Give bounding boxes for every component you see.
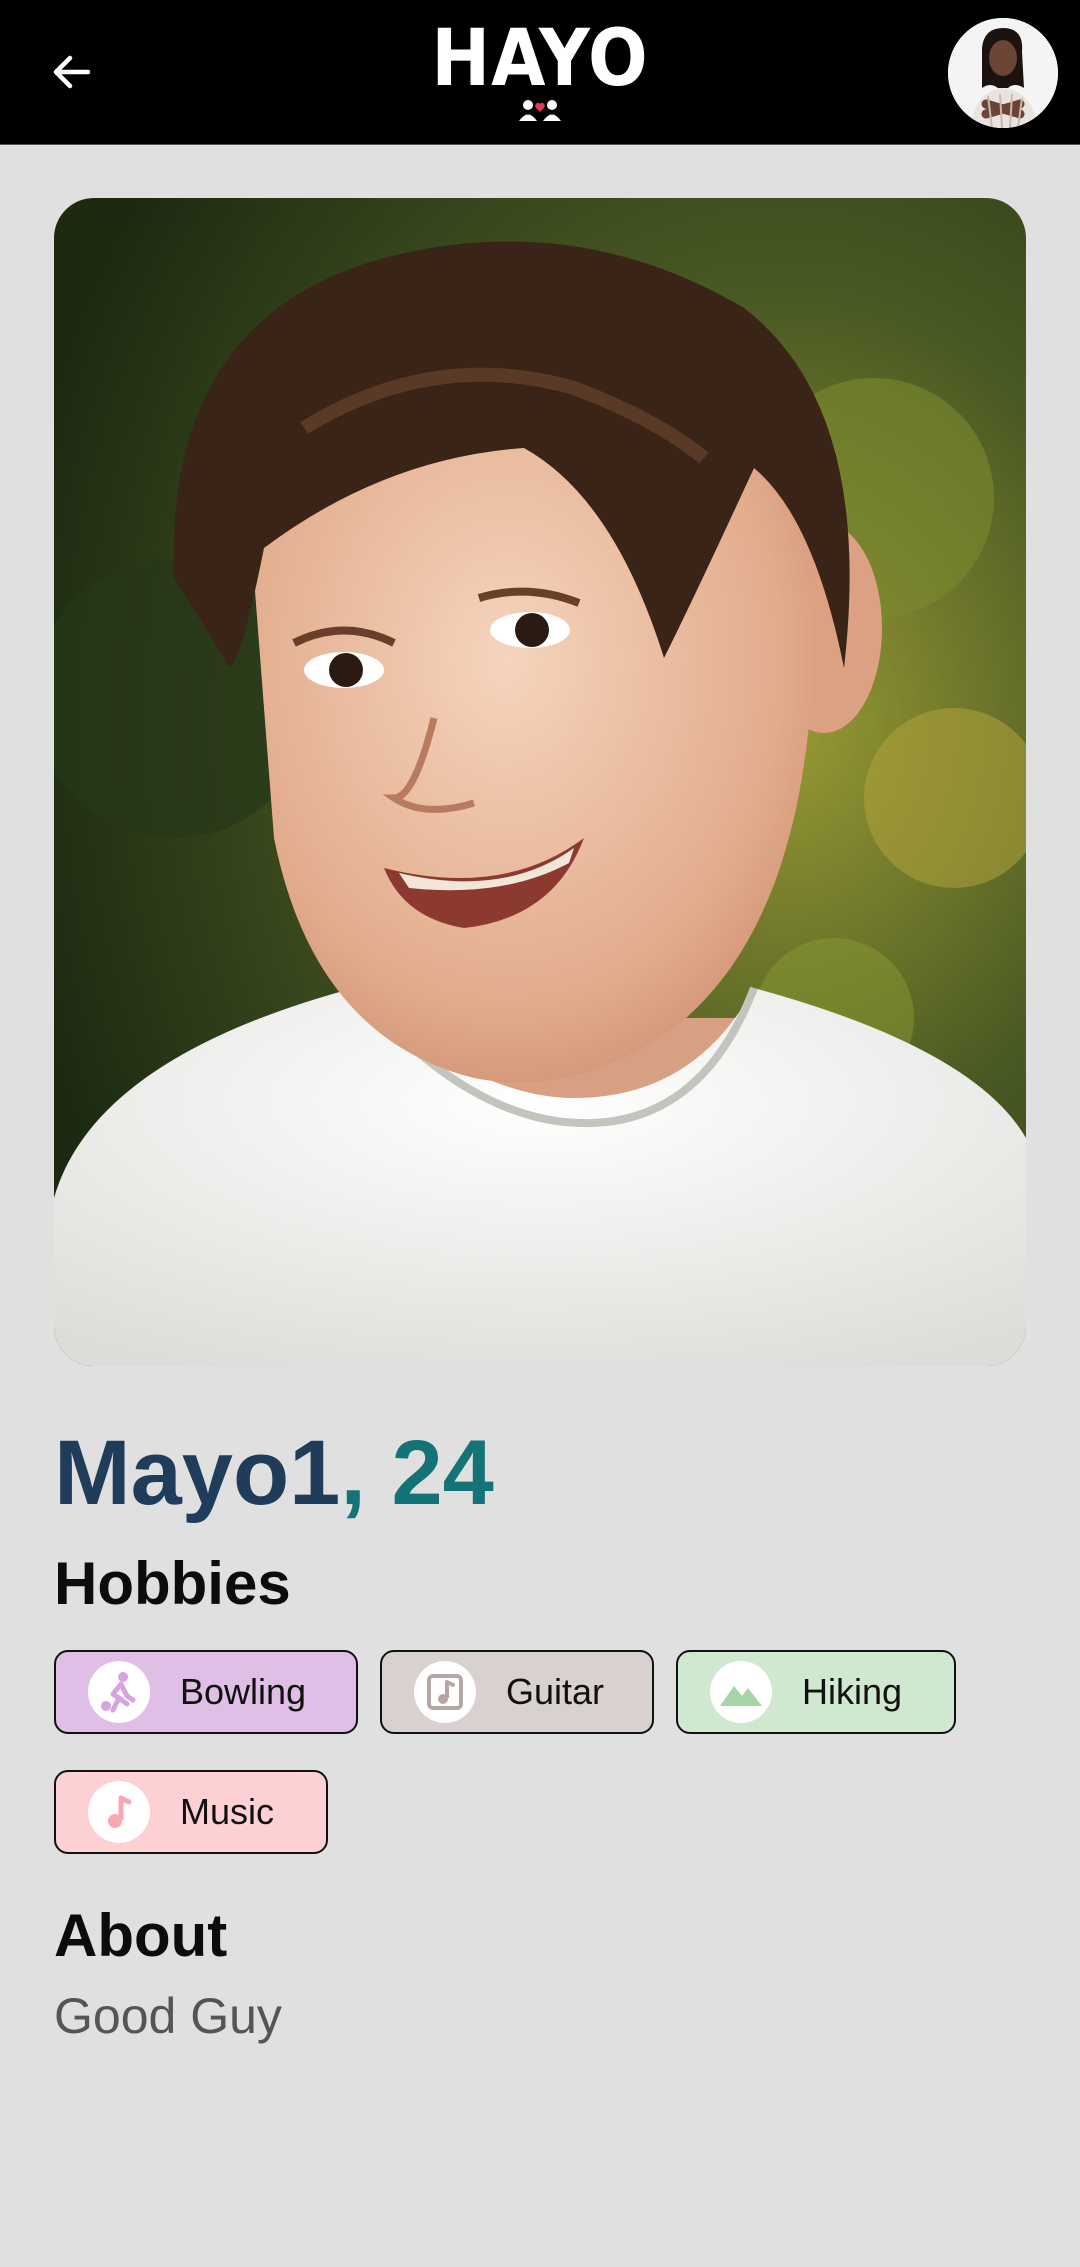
bowling-icon [88,1661,150,1723]
profile-age: 24 [391,1422,494,1524]
hobby-label: Guitar [506,1671,605,1712]
hobby-chip-hiking[interactable]: Hiking [676,1650,956,1734]
avatar-image [948,18,1058,128]
hobby-label: Bowling [180,1671,307,1712]
about-text: Good Guy [54,1988,282,2044]
hobbies-title: Hobbies [54,1550,291,1617]
name-age-separator: , [340,1422,366,1524]
profile-name-age: Mayo1, 24 [54,1418,494,1528]
hobby-chip-bowling[interactable]: Bowling [54,1650,358,1734]
app-logo: HAYO [0,16,1080,126]
people-heart-icon [519,100,561,121]
about-title: About [54,1902,228,1969]
hobby-label: Music [180,1791,275,1832]
profile-name: Mayo1 [54,1422,341,1524]
logo-text: HAYO [431,14,649,104]
hobby-label: Hiking [802,1671,903,1712]
user-avatar[interactable] [948,18,1058,128]
mountain-icon [710,1661,772,1723]
music-note-icon [88,1781,150,1843]
hobby-chip-music[interactable]: Music [54,1770,328,1854]
profile-photo-image [54,198,1026,1366]
hobby-chip-guitar[interactable]: Guitar [380,1650,654,1734]
top-app-bar: HAYO [0,0,1080,145]
profile-photo[interactable] [54,198,1026,1366]
music-note-icon [414,1661,476,1723]
